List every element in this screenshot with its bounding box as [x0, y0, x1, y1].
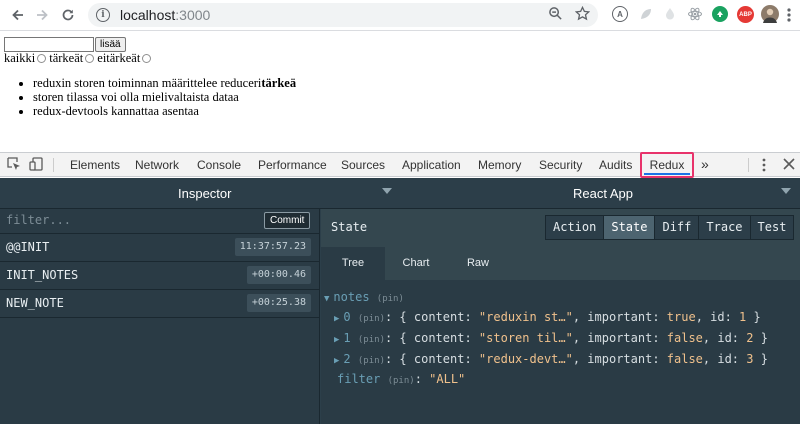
filter-label-all: kaikki: [4, 51, 36, 65]
filter-label-important: tärkeät: [49, 51, 84, 65]
redux-header: Inspector React App: [0, 178, 800, 209]
tree-node-notes[interactable]: ▼ notes (pin): [324, 290, 404, 304]
collapsed-arrow-icon[interactable]: ▶: [334, 356, 339, 366]
list-item: redux-devtools kannattaa asentaa: [33, 104, 296, 118]
bookmark-star-icon[interactable]: [574, 5, 591, 24]
devtools-tabbar: Elements Network Console Performance Sou…: [0, 152, 800, 178]
filter-label-not-important: eitärkeät: [97, 51, 141, 65]
add-note-button[interactable]: lisää: [95, 37, 126, 52]
note-form: lisää: [4, 37, 126, 52]
tab-redux[interactable]: Redux: [640, 152, 694, 178]
reload-icon[interactable]: [56, 3, 80, 27]
chevron-down-icon[interactable]: [382, 188, 392, 194]
extension-droplet-icon[interactable]: [662, 6, 678, 22]
close-icon[interactable]: [783, 158, 795, 173]
collapsed-arrow-icon[interactable]: ▶: [334, 314, 339, 324]
notes-list: reduxin storen toiminnan määrittelee red…: [20, 76, 296, 118]
commit-button[interactable]: Commit: [264, 212, 311, 229]
tab-raw[interactable]: Raw: [447, 247, 509, 280]
monitor-selector-label[interactable]: Inspector: [178, 186, 231, 201]
extension-react-icon[interactable]: [687, 6, 703, 22]
mode-switcher: Action State Diff Trace Test: [545, 215, 795, 240]
filter-row: filter... Commit: [0, 209, 320, 234]
tab-performance[interactable]: Performance: [258, 158, 327, 172]
tree-node-item[interactable]: ▶ 0 (pin): { content: "reduxin st…", impo…: [334, 310, 761, 324]
zoom-icon[interactable]: [548, 6, 563, 24]
state-pane: State Action State Diff Trace Test Tree …: [321, 209, 800, 424]
filter-radio-important[interactable]: [85, 54, 95, 63]
tab-state[interactable]: State: [604, 216, 656, 239]
tab-network[interactable]: Network: [135, 158, 179, 172]
state-header: State Action State Diff Trace Test: [321, 209, 800, 247]
tab-application[interactable]: Application: [402, 158, 461, 172]
tab-trace[interactable]: Trace: [699, 216, 751, 239]
action-list-pane: filter... Commit @@INIT 11:37:57.23 INIT…: [0, 209, 320, 424]
tab-memory[interactable]: Memory: [478, 158, 521, 172]
view-tabs: Tree Chart Raw: [321, 247, 800, 280]
address-bar[interactable]: i localhost:3000: [88, 3, 598, 27]
divider: [53, 158, 54, 172]
action-timestamp: 11:37:57.23: [234, 238, 311, 256]
device-toolbar-icon[interactable]: [29, 157, 43, 174]
back-arrow-icon[interactable]: [6, 3, 30, 27]
extension-a-icon[interactable]: A: [612, 6, 628, 22]
tab-sources[interactable]: Sources: [341, 158, 385, 172]
pane-title: State: [331, 220, 368, 234]
avatar[interactable]: [761, 5, 779, 23]
extension-green-icon[interactable]: [712, 6, 728, 22]
action-timestamp: +00:00.46: [246, 266, 311, 284]
instance-selector-label[interactable]: React App: [573, 186, 633, 201]
action-item[interactable]: INIT_NOTES +00:00.46: [0, 262, 320, 290]
list-item: reduxin storen toiminnan määrittelee red…: [33, 76, 296, 90]
state-tree: ▼ notes (pin) ▶ 0 (pin): { content: "redux…: [321, 280, 800, 424]
forward-arrow-icon[interactable]: [30, 3, 54, 27]
expanded-arrow-icon[interactable]: ▼: [324, 294, 329, 304]
more-tabs-button[interactable]: »: [701, 156, 709, 172]
tab-elements[interactable]: Elements: [70, 158, 120, 172]
url-text: localhost:3000: [120, 7, 211, 23]
tree-node-item[interactable]: ▶ 2 (pin): { content: "redux-devt…", impo…: [334, 352, 768, 366]
tab-chart[interactable]: Chart: [385, 247, 447, 280]
tab-action[interactable]: Action: [546, 216, 605, 239]
menu-dots-icon[interactable]: [786, 7, 792, 26]
info-icon[interactable]: i: [96, 8, 110, 22]
kebab-menu-icon[interactable]: [762, 158, 766, 175]
tab-test[interactable]: Test: [750, 216, 794, 239]
list-item: storen tilassa voi olla mielivaltaista d…: [33, 90, 296, 104]
note-input[interactable]: [4, 37, 94, 52]
filter-radios: kaikki tärkeät eitärkeät: [4, 51, 154, 66]
action-item[interactable]: NEW_NOTE +00:25.38: [0, 290, 320, 318]
action-filter-input[interactable]: filter...: [6, 213, 71, 227]
filter-radio-not-important[interactable]: [142, 54, 152, 63]
redux-devtools-panel: Inspector React App filter... Commit @@I…: [0, 178, 800, 424]
collapsed-arrow-icon[interactable]: ▶: [334, 335, 339, 345]
tab-console[interactable]: Console: [197, 158, 241, 172]
tab-security[interactable]: Security: [539, 158, 582, 172]
tree-node-item[interactable]: ▶ 1 (pin): { content: "storen til…", impo…: [334, 331, 768, 345]
adblock-icon[interactable]: ABP: [737, 6, 754, 23]
extension-leaf-icon[interactable]: [638, 6, 654, 22]
tree-node-filter[interactable]: filter (pin): "ALL": [337, 372, 465, 386]
tab-tree[interactable]: Tree: [321, 247, 385, 280]
action-item[interactable]: @@INIT 11:37:57.23: [0, 234, 320, 262]
inspect-element-icon[interactable]: [7, 157, 21, 174]
tab-audits[interactable]: Audits: [599, 158, 632, 172]
filter-radio-all[interactable]: [37, 54, 47, 63]
chevron-down-icon[interactable]: [781, 188, 791, 194]
action-timestamp: +00:25.38: [246, 294, 311, 312]
app-page: lisää kaikki tärkeät eitärkeät reduxin s…: [0, 32, 800, 152]
tab-diff[interactable]: Diff: [655, 216, 700, 239]
divider: [748, 158, 749, 172]
browser-toolbar: i localhost:3000 A ABP: [0, 0, 800, 31]
